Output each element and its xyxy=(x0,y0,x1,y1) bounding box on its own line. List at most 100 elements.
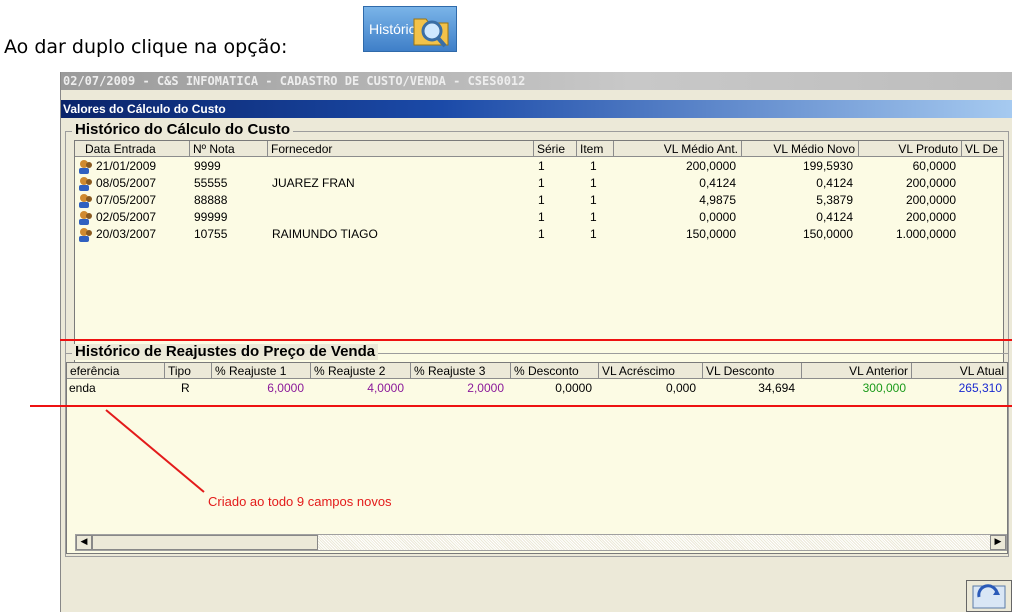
cell-nota: 10755 xyxy=(194,227,228,241)
cell-data: 20/03/2007 xyxy=(96,227,157,241)
cell-nota: 88888 xyxy=(194,193,228,207)
action-button[interactable] xyxy=(966,580,1012,612)
cell-item: 1 xyxy=(590,210,597,224)
reajustes-grid-header: eferência Tipo % Reajuste 1 % Reajuste 2… xyxy=(67,363,1007,379)
cell-serie: 1 xyxy=(538,227,545,241)
scroll-right-arrow-icon[interactable]: ▶ xyxy=(990,535,1006,550)
table-row[interactable]: enda R 6,0000 4,0000 2,0000 0,0000 0,000… xyxy=(67,380,1007,397)
cell-desconto: 0,0000 xyxy=(555,381,592,395)
cell-fornecedor xyxy=(272,192,530,209)
dialog-title: Valores do Cálculo do Custo xyxy=(61,100,1012,118)
col-reajuste-2[interactable]: % Reajuste 2 xyxy=(311,363,411,379)
cell-atual: 265,310 xyxy=(958,381,1002,395)
cell-item: 1 xyxy=(590,193,597,207)
cell-serie: 1 xyxy=(538,193,545,207)
historicos-button[interactable]: Históricos: xyxy=(363,6,457,52)
cell-item: 1 xyxy=(590,227,597,241)
annotation-line-top xyxy=(60,339,1012,341)
col-referencia[interactable]: eferência xyxy=(67,363,165,379)
cell-reajuste-2: 4,0000 xyxy=(367,381,404,395)
cell-produto: 1.000,0000 xyxy=(895,227,956,241)
annotation-pointer xyxy=(105,409,205,493)
cell-medio-novo: 150,0000 xyxy=(802,227,853,241)
cell-fornecedor xyxy=(272,158,530,175)
cell-fornecedor: JUAREZ FRAN xyxy=(272,176,355,190)
cell-medio-novo: 0,4124 xyxy=(816,176,853,190)
user-icon xyxy=(79,194,92,208)
table-row[interactable]: 02/05/2007 99999 1 1 0,0000 0,4124 200,0… xyxy=(75,209,1003,226)
reajustes-group-title: Histórico de Reajustes do Preço de Venda xyxy=(72,344,379,360)
col-vl-atual[interactable]: VL Atual xyxy=(912,363,1007,379)
table-row[interactable]: 20/03/2007 10755 RAIMUNDO TIAGO 1 1 150,… xyxy=(75,226,1003,243)
cell-medio-ant: 0,4124 xyxy=(699,176,736,190)
cell-produto: 200,0000 xyxy=(905,210,956,224)
cell-fornecedor xyxy=(272,209,530,226)
col-desconto[interactable]: % Desconto xyxy=(511,363,599,379)
col-vl-desconto[interactable]: VL Desconto xyxy=(703,363,802,379)
annotation-line-bottom xyxy=(30,405,1012,407)
cell-data: 02/05/2007 xyxy=(96,210,157,224)
scroll-thumb[interactable] xyxy=(92,535,318,550)
cell-item: 1 xyxy=(590,176,597,190)
cell-produto: 60,0000 xyxy=(912,159,956,173)
cell-nota: 9999 xyxy=(194,159,221,173)
cell-medio-novo: 5,3879 xyxy=(816,193,853,207)
cell-medio-ant: 150,0000 xyxy=(685,227,736,241)
col-vl-produto[interactable]: VL Produto xyxy=(859,141,962,157)
cell-data: 08/05/2007 xyxy=(96,176,157,190)
annotation-text: Criado ao todo 9 campos novos xyxy=(208,494,392,509)
table-row[interactable]: 08/05/2007 55555 JUAREZ FRAN 1 1 0,4124 … xyxy=(75,175,1003,192)
user-icon xyxy=(79,228,92,242)
scroll-left-arrow-icon[interactable]: ◀ xyxy=(76,535,92,550)
cell-vl-desconto: 34,694 xyxy=(758,381,795,395)
col-reajuste-3[interactable]: % Reajuste 3 xyxy=(411,363,511,379)
cell-serie: 1 xyxy=(538,159,545,173)
col-reajuste-1[interactable]: % Reajuste 1 xyxy=(212,363,311,379)
cell-medio-novo: 199,5930 xyxy=(802,159,853,173)
reajustes-horizontal-scrollbar[interactable]: ◀ ▶ xyxy=(75,534,1007,551)
col-fornecedor[interactable]: Fornecedor xyxy=(268,141,534,157)
col-item[interactable]: Item xyxy=(577,141,614,157)
cell-tipo: R xyxy=(181,381,190,395)
cell-nota: 55555 xyxy=(194,176,228,190)
col-tipo[interactable]: Tipo xyxy=(165,363,212,379)
folder-search-icon xyxy=(413,18,449,48)
cell-serie: 1 xyxy=(538,210,545,224)
user-icon xyxy=(79,177,92,191)
cell-medio-ant: 0,0000 xyxy=(699,210,736,224)
cell-medio-ant: 200,0000 xyxy=(685,159,736,173)
col-vl-medio-ant[interactable]: VL Médio Ant. xyxy=(614,141,742,157)
cell-medio-ant: 4,9875 xyxy=(699,193,736,207)
table-row[interactable]: 07/05/2007 88888 1 1 4,9875 5,3879 200,0… xyxy=(75,192,1003,209)
col-n-nota[interactable]: Nº Nota xyxy=(190,141,268,157)
window-title: 02/07/2009 - C&S INFOMATICA - CADASTRO D… xyxy=(61,72,1012,90)
cell-data: 07/05/2007 xyxy=(96,193,157,207)
cell-produto: 200,0000 xyxy=(905,193,956,207)
cell-item: 1 xyxy=(590,159,597,173)
cell-reajuste-3: 2,0000 xyxy=(467,381,504,395)
refresh-icon xyxy=(972,584,1006,609)
table-row[interactable]: 21/01/2009 9999 1 1 200,0000 199,5930 60… xyxy=(75,158,1003,175)
col-vl-anterior[interactable]: VL Anterior xyxy=(802,363,912,379)
cell-serie: 1 xyxy=(538,176,545,190)
cell-data: 21/01/2009 xyxy=(96,159,157,173)
cell-produto: 200,0000 xyxy=(905,176,956,190)
col-data-entrada[interactable]: Data Entrada xyxy=(75,141,190,157)
col-serie[interactable]: Série xyxy=(534,141,577,157)
cell-medio-novo: 0,4124 xyxy=(816,210,853,224)
cell-fornecedor: RAIMUNDO TIAGO xyxy=(272,227,378,241)
cell-nota: 99999 xyxy=(194,210,228,224)
user-icon xyxy=(79,211,92,225)
custo-grid-header: Data Entrada Nº Nota Fornecedor Série It… xyxy=(75,141,1003,157)
cell-anterior: 300,000 xyxy=(862,381,906,395)
intro-text: Ao dar duplo clique na opção: xyxy=(4,36,288,58)
cell-reajuste-1: 6,0000 xyxy=(267,381,304,395)
cell-referencia: enda xyxy=(69,381,96,395)
col-vl-medio-novo[interactable]: VL Médio Novo xyxy=(742,141,859,157)
cell-acrescimo: 0,000 xyxy=(665,381,696,395)
col-vl-acrescimo[interactable]: VL Acréscimo xyxy=(599,363,703,379)
col-vl-de[interactable]: VL De xyxy=(962,141,1003,157)
user-icon xyxy=(79,160,92,174)
custo-group-title: Histórico do Cálculo do Custo xyxy=(72,122,294,138)
app-window: 02/07/2009 - C&S INFOMATICA - CADASTRO D… xyxy=(60,72,1012,612)
